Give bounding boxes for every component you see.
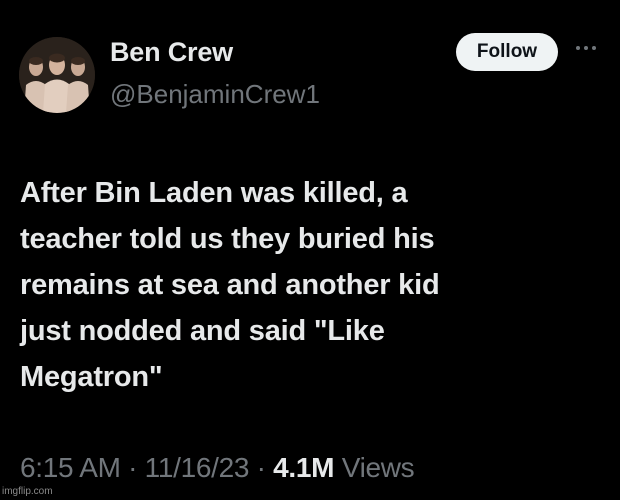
avatar-photo	[19, 37, 95, 113]
follow-button[interactable]: Follow	[456, 33, 558, 71]
display-name[interactable]: Ben Crew	[110, 37, 233, 68]
user-handle[interactable]: @BenjaminCrew1	[110, 79, 320, 110]
tweet-date[interactable]: 11/16/23	[145, 452, 250, 483]
more-horizontal-icon[interactable]	[571, 38, 601, 58]
tweet-text: After Bin Laden was killed, a teacher to…	[20, 170, 600, 400]
tweet-text-line: Megatron"	[20, 361, 163, 393]
tweet-text-line: teacher told us they buried his	[20, 223, 435, 255]
tweet-card: Ben Crew @BenjaminCrew1 Follow After Bin…	[0, 0, 620, 500]
tweet-time[interactable]: 6:15 AM	[20, 452, 121, 483]
tweet-meta: 6:15 AM · 11/16/23 · 4.1M Views	[20, 452, 415, 484]
tweet-text-line: After Bin Laden was killed, a	[20, 177, 408, 209]
avatar[interactable]	[19, 37, 95, 113]
watermark: imgflip.com	[2, 486, 53, 497]
views-count[interactable]: 4.1M	[273, 452, 334, 483]
tweet-text-line: just nodded and said "Like	[20, 315, 385, 347]
meta-separator: ·	[256, 452, 266, 483]
views-label[interactable]: Views	[342, 452, 415, 483]
tweet-text-line: remains at sea and another kid	[20, 269, 440, 301]
meta-separator: ·	[128, 452, 138, 483]
